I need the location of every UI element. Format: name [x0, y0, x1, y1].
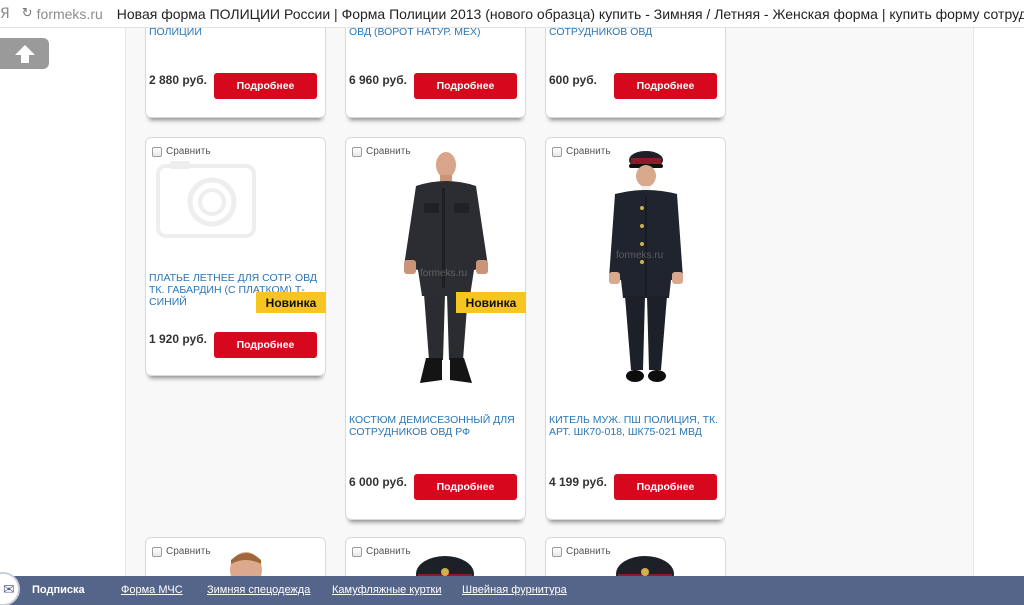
compare-checkbox[interactable]	[552, 146, 562, 157]
details-button[interactable]: Подробнее	[214, 332, 317, 358]
right-margin	[975, 28, 1024, 576]
left-margin	[0, 28, 125, 576]
up-arrow-icon	[14, 44, 35, 63]
reload-icon[interactable]: ↻	[22, 6, 33, 21]
compare-checkbox[interactable]	[552, 546, 562, 557]
compare-checkbox[interactable]	[352, 146, 362, 157]
product-photo	[230, 552, 262, 576]
page-viewport: ПОЛИЦИИ 2 880 руб. Подробнее ОВД (ВОРОТ …	[0, 28, 1024, 576]
compare-checkbox[interactable]	[352, 546, 362, 557]
footer-link-sewing-supplies[interactable]: Швейная фурнитура	[462, 584, 567, 596]
new-badge: Новинка	[456, 292, 526, 313]
product-name-link[interactable]: ОВД (ВОРОТ НАТУР. МЕХ)	[349, 28, 523, 38]
details-button[interactable]: Подробнее	[414, 73, 517, 99]
product-card: Сравнить	[545, 537, 726, 576]
product-price: 600 руб.	[549, 73, 597, 87]
product-card: ТЕКСТИЛЬНЫЙ ДЛЯ СОТРУДНИКОВ ОВД 600 руб.…	[545, 28, 726, 118]
compare-label: Сравнить	[566, 546, 611, 557]
product-photo	[609, 151, 683, 382]
product-price: 4 199 руб.	[549, 475, 607, 489]
product-card: ОВД (ВОРОТ НАТУР. МЕХ) 6 960 руб. Подроб…	[345, 28, 526, 118]
product-card: Сравнить formeks.ru Новинка КОСТЮМ ДЕМИС…	[345, 137, 526, 520]
product-photo	[416, 556, 474, 576]
product-card: Сравнить ПЛАТЬЕ ЛЕТНЕЕ ДЛЯ СОТР. ОВД ТК.…	[145, 137, 326, 376]
product-card: ПОЛИЦИИ 2 880 руб. Подробнее	[145, 28, 326, 118]
compare-label: Сравнить	[166, 546, 211, 557]
product-grid: ПОЛИЦИИ 2 880 руб. Подробнее ОВД (ВОРОТ …	[125, 28, 974, 576]
envelope-icon[interactable]: ✉	[0, 572, 20, 605]
compare-checkbox[interactable]	[152, 546, 162, 557]
product-name-link[interactable]: ПОЛИЦИИ	[149, 28, 323, 38]
details-button[interactable]: Подробнее	[614, 474, 717, 500]
compare-toggle[interactable]: Сравнить	[152, 546, 211, 557]
compare-checkbox[interactable]	[152, 146, 162, 157]
footer-link-mchs[interactable]: Форма МЧС	[121, 584, 183, 596]
camera-placeholder-icon	[156, 161, 256, 238]
compare-toggle[interactable]: Сравнить	[552, 546, 611, 557]
product-photo	[616, 556, 674, 576]
product-card: Сравнить	[145, 537, 326, 576]
url-domain[interactable]: formeks.ru	[37, 6, 103, 22]
compare-label: Сравнить	[366, 546, 411, 557]
product-price: 2 880 руб.	[149, 73, 207, 87]
footer-link-camo-jackets[interactable]: Камуфляжные куртки	[332, 584, 441, 596]
compare-toggle[interactable]: Сравнить	[352, 546, 411, 557]
scroll-to-top-button[interactable]	[0, 38, 49, 69]
product-name-link[interactable]: ТЕКСТИЛЬНЫЙ ДЛЯ СОТРУДНИКОВ ОВД	[549, 28, 723, 38]
product-card: Сравнить	[345, 537, 526, 576]
watermark-text: formeks.ru	[420, 268, 468, 279]
product-price: 6 960 руб.	[349, 73, 407, 87]
details-button[interactable]: Подробнее	[214, 73, 317, 99]
details-button[interactable]: Подробнее	[414, 474, 517, 500]
product-price: 6 000 руб.	[349, 475, 407, 489]
footer-link-winter-workwear[interactable]: Зимняя спецодежда	[207, 584, 310, 596]
details-button[interactable]: Подробнее	[614, 73, 717, 99]
product-name-link[interactable]: КИТЕЛЬ МУЖ. ПШ ПОЛИЦИЯ, ТК. АРТ. ШК70-01…	[549, 414, 723, 440]
product-name-text: ТЕКСТИЛЬНЫЙ ДЛЯ СОТРУДНИКОВ ОВД	[549, 28, 653, 38]
footer-bar: ✉ Подписка Форма МЧС Зимняя спецодежда К…	[0, 572, 1024, 605]
compare-toggle[interactable]: Сравнить	[152, 146, 211, 157]
compare-label: Сравнить	[166, 146, 211, 157]
browser-address-bar: Я ↻ formeks.ru Новая форма ПОЛИЦИИ Росси…	[0, 0, 1024, 28]
new-badge: Новинка	[256, 292, 326, 313]
product-name-link[interactable]: КОСТЮМ ДЕМИСЕЗОННЫЙ ДЛЯ СОТРУДНИКОВ ОВД …	[349, 414, 523, 440]
watermark-text: formeks.ru	[616, 250, 664, 261]
product-card: Сравнить formeks.ru КИТЕЛЬ МУЖ. ПШ ПОЛИЦ…	[545, 137, 726, 520]
subscribe-link[interactable]: Подписка	[32, 584, 85, 596]
product-price: 1 920 руб.	[149, 332, 207, 346]
yandex-logo[interactable]: Я	[0, 6, 10, 22]
page-title: Новая форма ПОЛИЦИИ России | Форма Полиц…	[116, 5, 1024, 22]
